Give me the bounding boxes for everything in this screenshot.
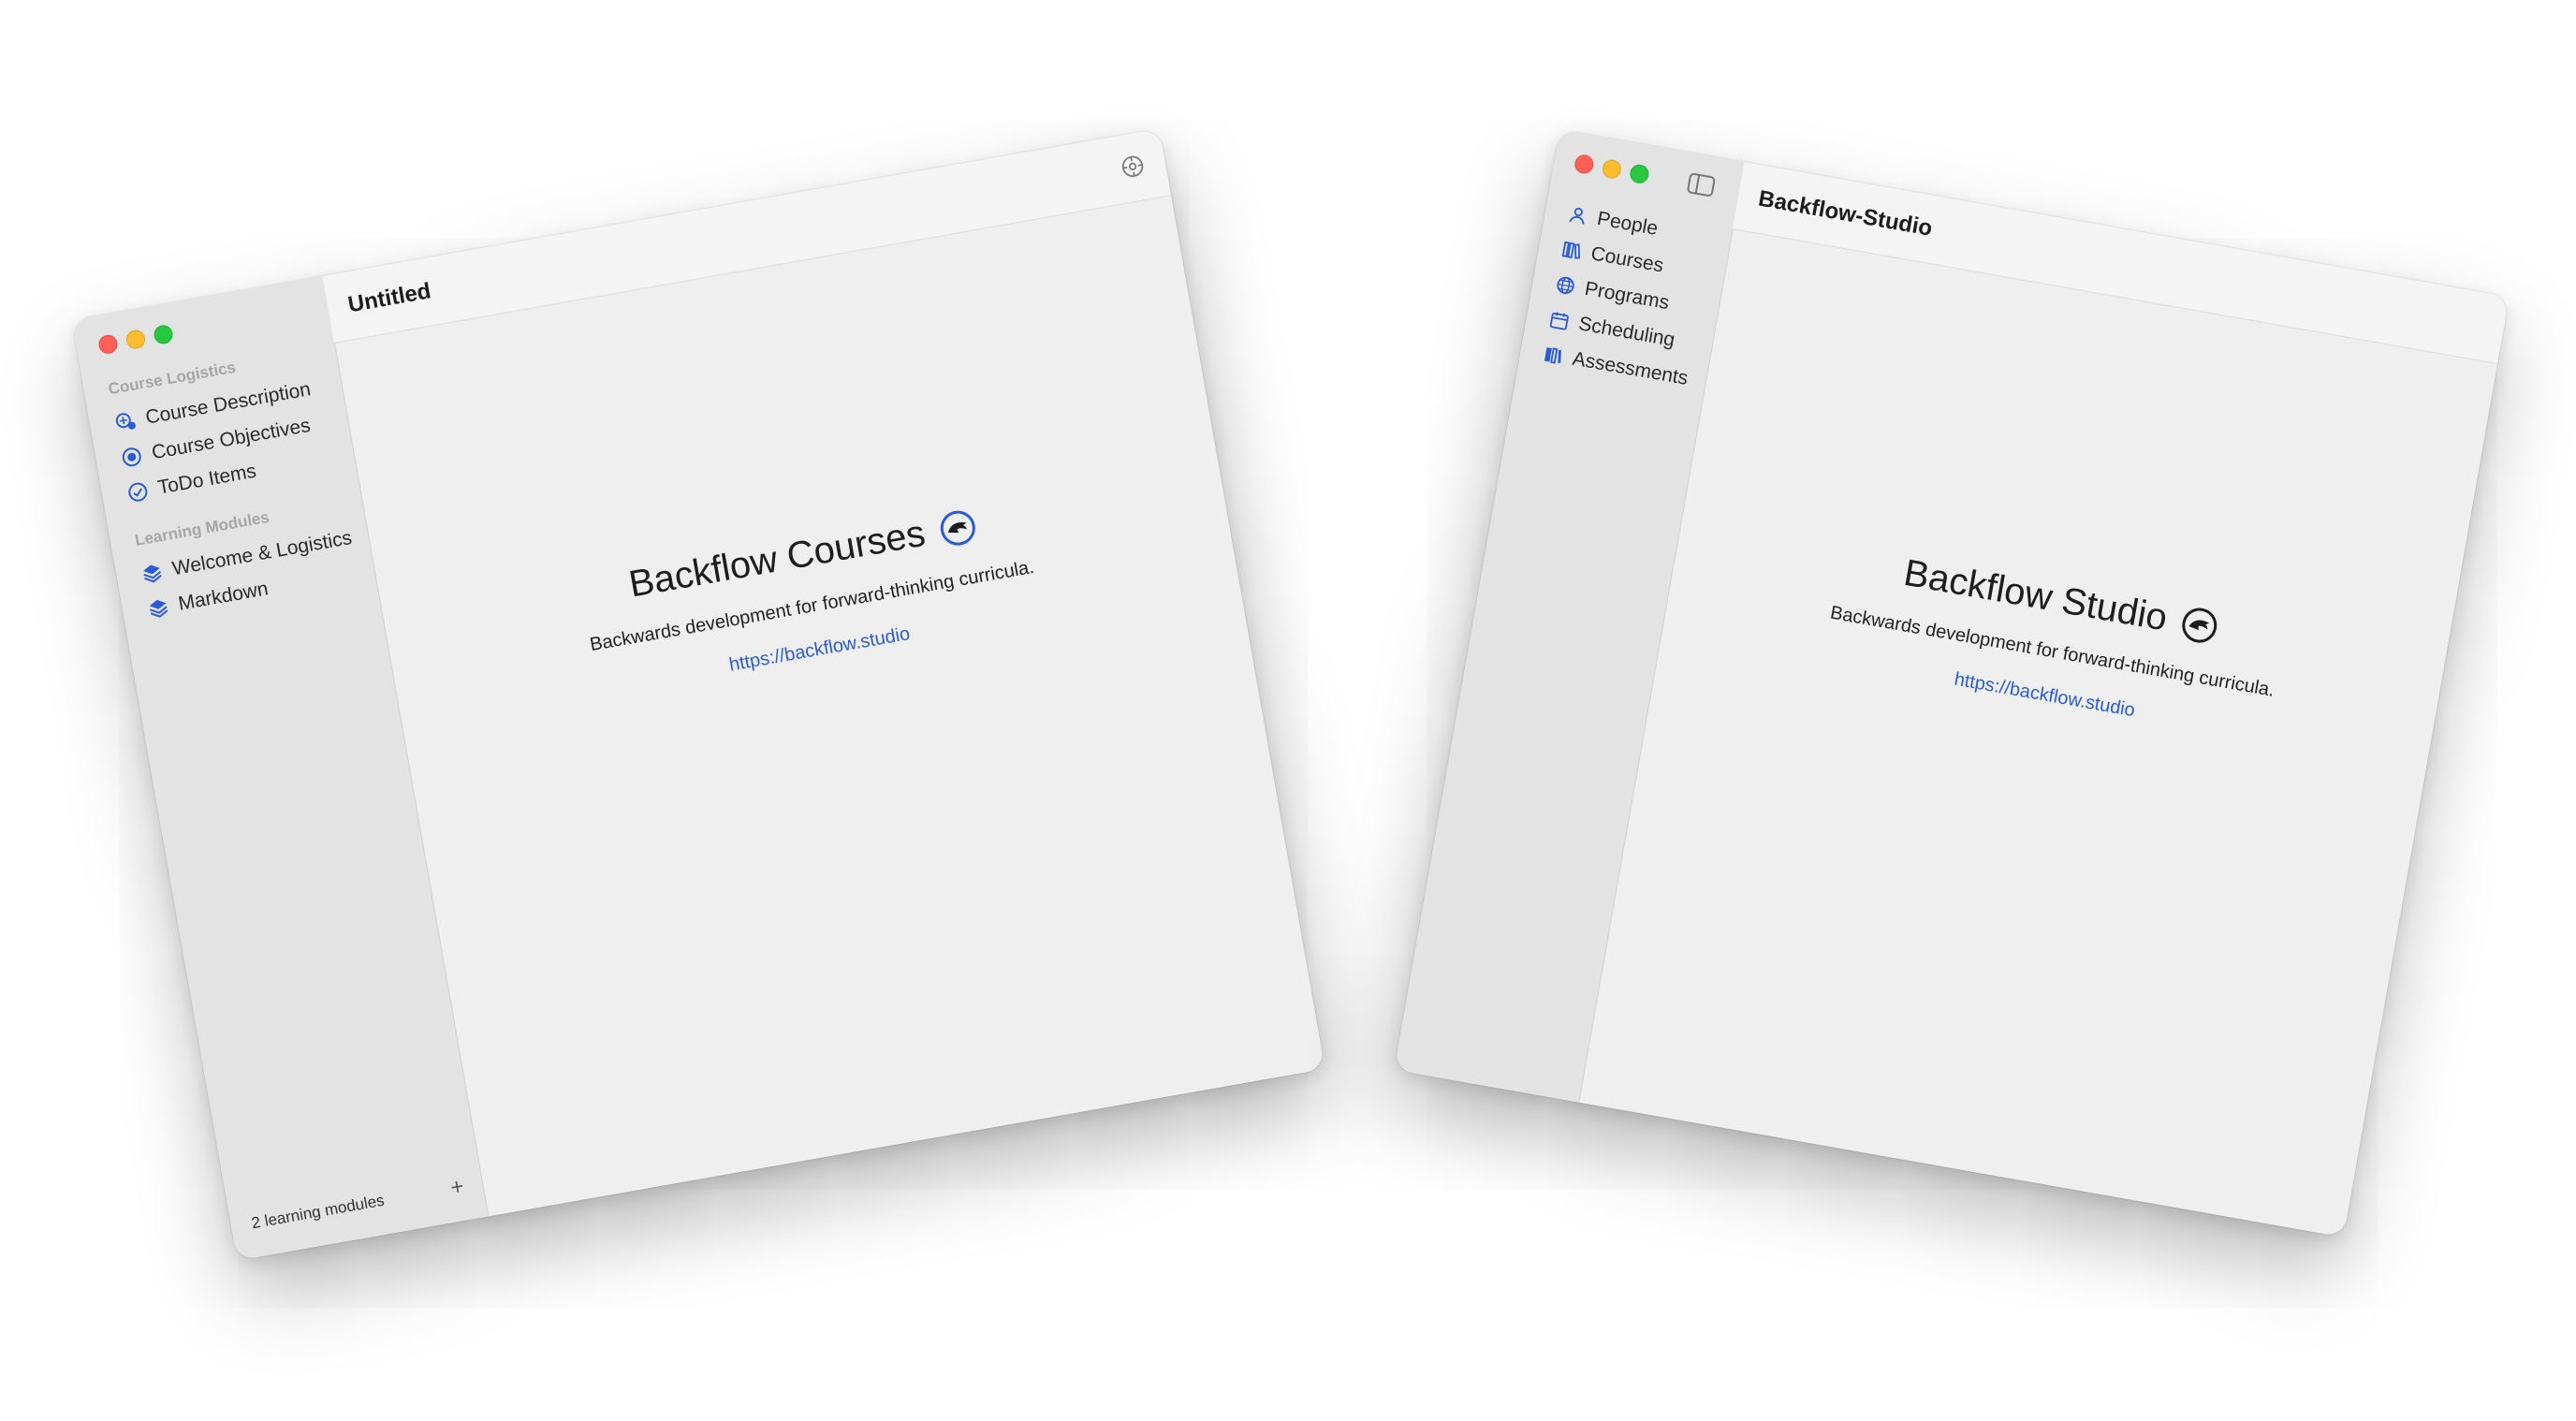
- add-module-button[interactable]: +: [448, 1174, 466, 1202]
- courses-sidebar: Course Logistics Course Description Cour…: [71, 275, 490, 1261]
- document-title: Untitled: [345, 278, 433, 318]
- welcome-panel: Backflow Studio Backwards development fo…: [1661, 512, 2448, 773]
- courses-toolbar: Untitled: [322, 128, 1172, 344]
- sidebar-item-label: Markdown: [176, 578, 271, 615]
- studio-toolbar: Backflow-Studio: [1732, 162, 2510, 365]
- zoom-window-button[interactable]: [152, 323, 175, 345]
- person-icon: [1569, 207, 1585, 225]
- website-link[interactable]: https://backflow.studio: [1953, 669, 2137, 723]
- window-title: Backflow-Studio: [1756, 185, 1935, 242]
- course-description-icon: [115, 413, 136, 430]
- sidebar-item-label: People: [1595, 207, 1660, 240]
- books-icon: [1561, 241, 1580, 259]
- welcome-panel: Backflow Courses Backwards development f…: [381, 461, 1240, 735]
- zoom-window-button[interactable]: [1628, 163, 1651, 185]
- window-controls: [96, 323, 175, 356]
- minimize-window-button[interactable]: [124, 329, 147, 351]
- backflow-logo-icon: [2182, 608, 2217, 643]
- settings-icon[interactable]: [1119, 153, 1147, 181]
- studio-window: People Courses Programs Scheduling Asses…: [1394, 129, 2510, 1238]
- stack-icon: [143, 564, 162, 583]
- sidebar-item-label: Courses: [1588, 242, 1665, 277]
- calendar-icon: [1549, 312, 1569, 330]
- window-controls: [1573, 153, 1651, 185]
- sidebar-footer: 2 learning modules +: [250, 1174, 466, 1238]
- website-link[interactable]: https://backflow.studio: [727, 623, 912, 677]
- sidebar-toggle-icon[interactable]: [1686, 171, 1718, 198]
- backflow-logo-icon: [940, 510, 975, 546]
- assessments-icon: [1544, 347, 1561, 364]
- stack-icon: [149, 599, 168, 618]
- close-window-button[interactable]: [96, 333, 120, 356]
- checkmark-circle-icon: [128, 482, 148, 502]
- minimize-window-button[interactable]: [1601, 158, 1623, 181]
- courses-window: Course Logistics Course Description Cour…: [71, 128, 1325, 1261]
- target-icon: [122, 447, 141, 467]
- close-window-button[interactable]: [1573, 153, 1595, 175]
- module-count: 2 learning modules: [250, 1191, 386, 1233]
- globe-icon: [1557, 276, 1574, 295]
